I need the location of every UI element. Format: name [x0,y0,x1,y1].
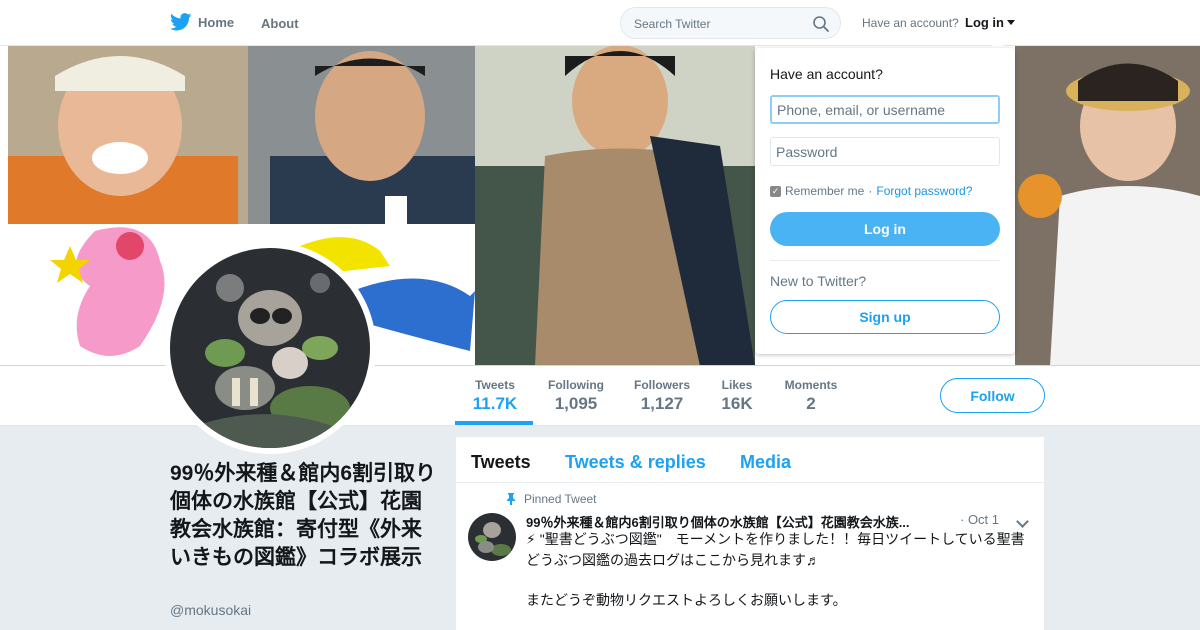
remember-me-row: ✓ Remember me · Forgot password? [770,184,973,198]
profile-name[interactable]: 99％外来種＆館内6割引取り個体の水族館【公式】花園教会水族館：寄付型《外来いき… [170,460,440,572]
tweet-menu-chevron-icon[interactable] [1016,515,1029,528]
login-dropdown: Have an account? ✓ Remember me · Forgot … [755,48,1015,354]
stat-followers-label: Followers [633,378,690,392]
tweet-text: ⚡ "聖書どうぶつ図鑑" モーメントを作りました！！毎日ツイートしている聖書どう… [526,531,1025,568]
tab-tweets-replies[interactable]: Tweets & replies [565,452,706,473]
stat-moments-label: Moments [784,378,838,392]
timeline-tabs: Tweets Tweets & replies Media [456,437,1044,483]
stat-moments-value: 2 [806,394,816,413]
timeline: Tweets Tweets & replies Media Pinned Twe… [456,437,1044,630]
search-input[interactable]: Search Twitter [620,7,841,39]
stat-likes-value: 16K [721,394,753,413]
pinned-tweet-label: Pinned Tweet [506,492,597,506]
tweet-text-line2: またどうぞ動物リクエストよろしくお願いします。 [526,592,847,608]
caret-down-icon [1007,20,1015,25]
password-field[interactable] [770,137,1000,166]
signup-button[interactable]: Sign up [770,300,1000,334]
avatar-image [170,248,370,448]
twitter-bird-icon [170,13,192,31]
profile-avatar[interactable] [164,242,376,454]
nav-home[interactable]: Home [170,13,234,31]
stat-following-label: Following [548,378,604,392]
nav-home-label: Home [198,14,235,30]
top-nav-bar: Home About Search Twitter Have an accoun… [0,0,1200,46]
stat-likes[interactable]: Likes 16K [718,378,756,414]
stat-moments[interactable]: Moments 2 [783,378,839,414]
new-to-twitter-text: New to Twitter? [770,273,867,289]
stat-tweets-value: 11.7K [472,394,518,413]
search-placeholder: Search Twitter [634,17,711,31]
follow-button[interactable]: Follow [940,378,1045,413]
stat-followers-value: 1,127 [640,394,684,413]
nav-about[interactable]: About [261,16,299,31]
active-stat-indicator [455,421,533,425]
stat-following[interactable]: Following 1,095 [548,378,604,414]
tab-tweets[interactable]: Tweets [471,452,531,473]
forgot-password-link[interactable]: Forgot password? [876,184,972,198]
remember-me-label: Remember me [785,184,865,198]
stat-likes-label: Likes [721,378,753,392]
login-menu-button[interactable]: Log in [965,15,1015,30]
remember-me-checkbox[interactable]: ✓ [770,185,781,197]
tweet-date[interactable]: · Oct 1 [960,512,999,527]
profile-handle[interactable]: @mokusokai [170,602,251,618]
pin-icon [507,493,515,505]
tweet-avatar[interactable] [468,513,516,561]
stat-tweets[interactable]: Tweets 11.7K [470,378,520,414]
have-account-text: Have an account? [862,16,959,30]
login-menu-label: Log in [965,15,1004,30]
dropdown-divider [770,260,1000,261]
login-button[interactable]: Log in [770,212,1000,246]
search-icon[interactable] [812,15,830,33]
dropdown-arrow [990,40,1006,48]
pinned-tweet-text: Pinned Tweet [524,492,597,506]
tweet-avatar-image [468,513,516,561]
tab-media[interactable]: Media [740,452,791,473]
stat-followers[interactable]: Followers 1,127 [633,378,691,414]
login-dropdown-title: Have an account? [770,66,883,82]
username-field[interactable] [770,95,1000,124]
stat-tweets-label: Tweets [475,378,515,392]
stat-following-value: 1,095 [554,394,598,413]
